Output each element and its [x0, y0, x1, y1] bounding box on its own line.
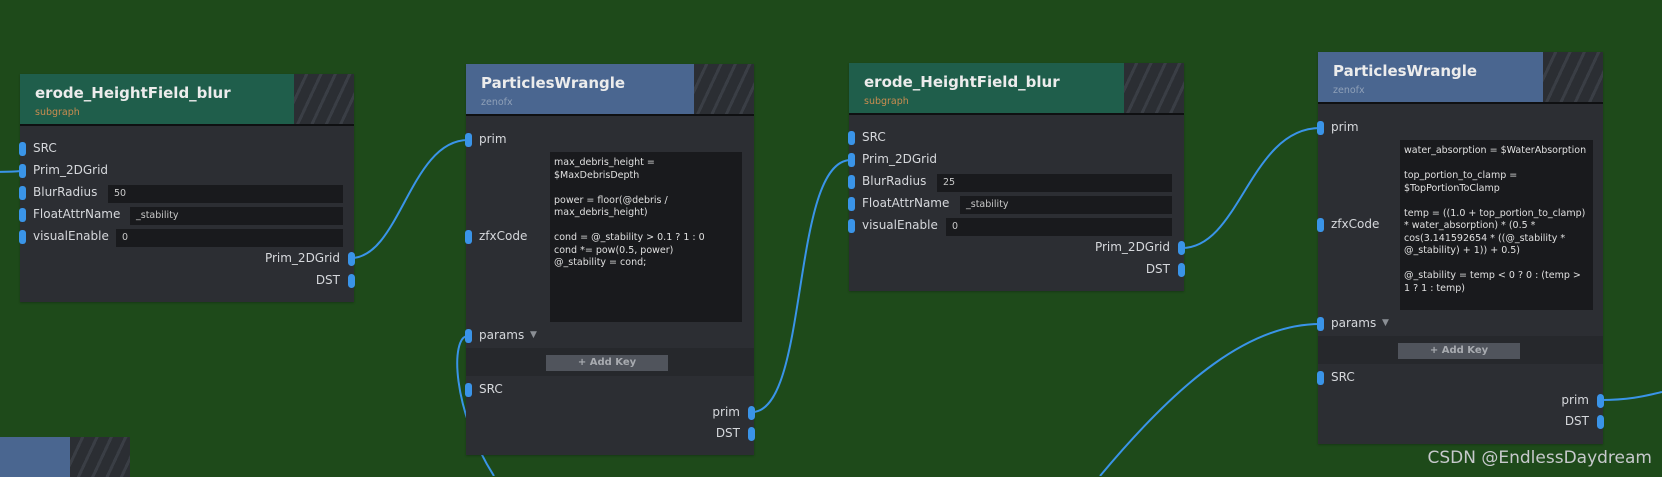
input-socket-params[interactable]	[1317, 317, 1324, 331]
param-label-blurradius: BlurRadius	[862, 174, 927, 188]
header-stripe-decoration	[694, 64, 754, 114]
node-particles-wrangle-2[interactable]: ParticlesWrangle zenofx prim water_absor…	[1317, 52, 1604, 444]
output-label-prim2dgrid: Prim_2DGrid	[1094, 240, 1170, 254]
output-socket-dst[interactable]	[1597, 415, 1604, 429]
input-socket-floatattrname[interactable]	[19, 208, 26, 222]
node-title: ParticlesWrangle	[481, 74, 626, 92]
output-socket-prim2dgrid[interactable]	[1178, 241, 1185, 255]
node-header[interactable]: ParticlesWrangle zenofx	[466, 64, 754, 116]
node-header[interactable]: erode_HeightField_blur subgraph	[20, 74, 354, 126]
output-label-prim: prim	[712, 405, 740, 419]
wire-node2-prim-out-to-node3-prim2dgrid	[751, 159, 852, 413]
node-title: ParticlesWrangle	[1333, 62, 1478, 80]
output-label-prim: prim	[1561, 393, 1589, 407]
visualenable-input[interactable]: 0	[946, 218, 1172, 236]
add-key-button[interactable]: + Add Key	[546, 355, 668, 371]
node-title: erode_HeightField_blur	[864, 73, 1060, 91]
input-socket-src[interactable]	[1317, 371, 1324, 385]
blurradius-input[interactable]: 25	[937, 174, 1172, 192]
wire-node4-prim-to-right	[1599, 391, 1662, 401]
output-socket-prim[interactable]	[748, 406, 755, 420]
header-stripe-decoration	[70, 437, 130, 477]
node-subtitle: subgraph	[35, 107, 80, 118]
params-dropdown-arrow-icon[interactable]: ▼	[530, 330, 537, 340]
input-socket-floatattrname[interactable]	[848, 197, 855, 211]
node-subtitle: zenofx	[1333, 85, 1365, 96]
blurradius-input[interactable]: 50	[108, 185, 343, 203]
output-label-dst: DST	[315, 273, 340, 287]
node-partial-offscreen[interactable]	[0, 437, 130, 477]
input-socket-prim[interactable]	[465, 133, 472, 147]
input-socket-zfxcode[interactable]	[465, 230, 472, 244]
input-socket-src[interactable]	[848, 131, 855, 145]
param-label-prim2dgrid: Prim_2DGrid	[862, 152, 938, 166]
wire-left-to-prim2dgrid	[0, 170, 22, 173]
node-subtitle: zenofx	[481, 97, 513, 108]
param-label-params: params	[479, 328, 525, 342]
output-socket-prim[interactable]	[1597, 394, 1604, 408]
input-socket-prim2dgrid[interactable]	[848, 153, 855, 167]
header-stripe-decoration	[1124, 63, 1184, 113]
param-label-src: SRC	[33, 141, 57, 155]
param-label-visualenable: visualEnable	[862, 218, 938, 232]
param-label-prim2dgrid: Prim_2DGrid	[33, 163, 109, 177]
node-title: erode_HeightField_blur	[35, 84, 231, 102]
watermark: CSDN @EndlessDaydream	[1427, 448, 1653, 468]
param-label-floatattrname: FloatAttrName	[862, 196, 950, 210]
floatattrname-input[interactable]: _stability	[130, 207, 343, 225]
param-label-visualenable: visualEnable	[33, 229, 109, 243]
param-label-src: SRC	[862, 130, 886, 144]
param-label-prim: prim	[479, 132, 507, 146]
output-label-dst: DST	[715, 426, 740, 440]
node-header[interactable]: erode_HeightField_blur subgraph	[849, 63, 1184, 115]
add-key-button[interactable]: + Add Key	[1398, 343, 1520, 359]
input-socket-blurradius[interactable]	[848, 175, 855, 189]
param-label-params: params	[1331, 316, 1377, 330]
output-label-dst: DST	[1564, 414, 1589, 428]
node-header[interactable]: ParticlesWrangle zenofx	[1318, 52, 1603, 104]
input-socket-prim2dgrid[interactable]	[19, 164, 26, 178]
param-label-src: SRC	[1331, 370, 1355, 384]
node-erode-heightfield-blur-2[interactable]: erode_HeightField_blur subgraph SRC Prim…	[848, 63, 1185, 291]
output-label-dst: DST	[1145, 262, 1170, 276]
input-socket-src[interactable]	[465, 383, 472, 397]
output-socket-dst[interactable]	[748, 427, 755, 441]
input-socket-blurradius[interactable]	[19, 186, 26, 200]
header-stripe-decoration	[1543, 52, 1603, 102]
node-erode-heightfield-blur-1[interactable]: erode_HeightField_blur subgraph SRC Prim…	[19, 74, 355, 302]
input-socket-params[interactable]	[465, 329, 472, 343]
output-socket-dst[interactable]	[348, 274, 355, 288]
param-label-blurradius: BlurRadius	[33, 185, 98, 199]
floatattrname-input[interactable]: _stability	[960, 196, 1172, 214]
zfxcode-editor[interactable]: water_absorption = $WaterAbsorption top_…	[1400, 140, 1593, 310]
wire-node1-prim2dgrid-to-node2-prim	[350, 139, 469, 259]
node-subtitle: subgraph	[864, 96, 909, 107]
zfxcode-editor[interactable]: max_debris_height = $MaxDebrisDepth powe…	[550, 152, 742, 322]
output-socket-dst[interactable]	[1178, 263, 1185, 277]
visualenable-input[interactable]: 0	[116, 229, 343, 247]
param-label-floatattrname: FloatAttrName	[33, 207, 121, 221]
param-label-src: SRC	[479, 382, 503, 396]
wire-node3-prim2dgrid-to-node4-prim	[1181, 127, 1321, 249]
output-socket-prim2dgrid[interactable]	[348, 252, 355, 266]
node-particles-wrangle-1[interactable]: ParticlesWrangle zenofx prim max_debris_…	[465, 64, 755, 455]
params-dropdown-arrow-icon[interactable]: ▼	[1382, 318, 1389, 328]
input-socket-prim[interactable]	[1317, 121, 1324, 135]
param-label-zfxcode: zfxCode	[1331, 217, 1380, 231]
input-socket-zfxcode[interactable]	[1317, 218, 1324, 232]
input-socket-visualenable[interactable]	[19, 230, 26, 244]
wire-bottom-to-node4-params	[1099, 323, 1321, 476]
header-stripe-decoration	[294, 74, 354, 124]
input-socket-visualenable[interactable]	[848, 219, 855, 233]
output-label-prim2dgrid: Prim_2DGrid	[264, 251, 340, 265]
input-socket-src[interactable]	[19, 142, 26, 156]
param-label-prim: prim	[1331, 120, 1359, 134]
param-label-zfxcode: zfxCode	[479, 229, 528, 243]
